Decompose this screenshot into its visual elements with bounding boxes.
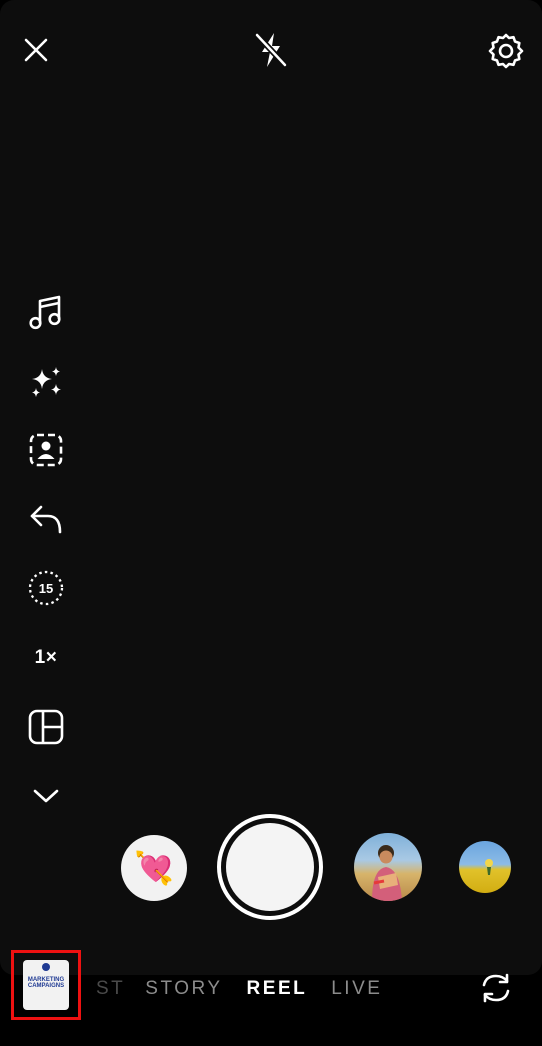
heart-with-arrow-emoji: 💘: [134, 850, 174, 886]
music-button[interactable]: [22, 288, 70, 336]
more-tools-button[interactable]: [22, 772, 70, 820]
flash-off-icon: [254, 32, 288, 68]
effect-yellow-field[interactable]: [459, 841, 511, 893]
layout-grid-icon: [28, 709, 64, 745]
close-button[interactable]: [18, 32, 54, 68]
mode-live[interactable]: LIVE: [331, 978, 382, 1000]
effect-heart-arrow[interactable]: 💘: [121, 835, 187, 901]
gallery-button[interactable]: MARKETING CAMPAIGNS: [11, 950, 81, 1020]
flash-button[interactable]: [249, 28, 293, 72]
gallery-thumb-text: MARKETING CAMPAIGNS: [27, 977, 65, 989]
shutter-button[interactable]: [217, 814, 323, 920]
person-photo-effect-icon: [372, 845, 402, 901]
music-note-icon: [29, 295, 61, 330]
mode-post[interactable]: ST: [96, 978, 125, 1000]
effect-person-photo[interactable]: [354, 833, 422, 901]
undo-arrow-icon: [30, 505, 62, 534]
timer-icon: 15: [28, 570, 64, 606]
speed-label: 1×: [34, 647, 58, 668]
flip-camera-button[interactable]: [474, 966, 518, 1010]
sparkles-icon: [32, 367, 61, 397]
person-frame-icon: [29, 433, 63, 467]
close-icon: [24, 38, 48, 62]
settings-gear-icon: [488, 33, 524, 69]
settings-button[interactable]: [485, 30, 527, 72]
speed-button[interactable]: 1×: [22, 634, 70, 682]
mode-story[interactable]: STORY: [145, 978, 222, 1000]
gallery-logo-badge: [42, 963, 50, 971]
timer-label: 15: [39, 581, 53, 596]
undo-button[interactable]: [22, 495, 70, 543]
mode-reel[interactable]: REEL: [247, 978, 308, 1000]
effects-button[interactable]: [22, 357, 70, 405]
timer-button[interactable]: 15: [22, 564, 70, 612]
flip-camera-icon: [482, 973, 510, 1003]
layout-button[interactable]: [22, 703, 70, 751]
chevron-down-icon: [33, 789, 59, 803]
gallery-thumbnail: MARKETING CAMPAIGNS: [23, 960, 69, 1010]
mode-selector: ST STORY REEL LIVE: [96, 976, 382, 1002]
shutter-inner: [226, 823, 314, 911]
yellow-field-effect-icon: [485, 859, 493, 875]
green-screen-button[interactable]: [22, 426, 70, 474]
